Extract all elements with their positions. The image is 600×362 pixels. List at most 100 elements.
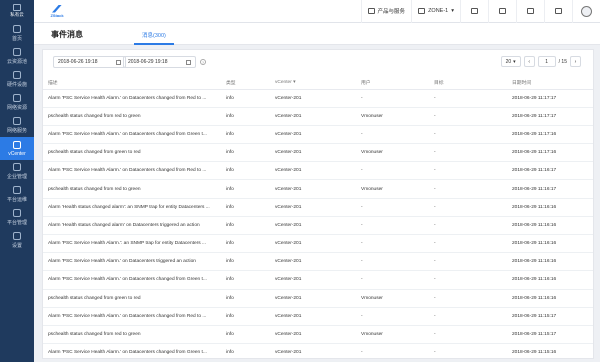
export-icon <box>555 8 562 14</box>
cell-vcenter: vCenter-201 <box>270 179 356 199</box>
column-header-type[interactable]: 类型 <box>221 76 270 90</box>
zone-label: ZONE-1 <box>428 8 449 14</box>
table-row[interactable]: Alarm 'Health status changed alarm' on D… <box>43 216 593 236</box>
events-table: 描述 类型 vCenter ▾ 用户 目标 日期时间 Alarm 'PSC Se… <box>43 76 593 362</box>
table-row[interactable]: Alarm 'PSC Service Health Alarm.' on Dat… <box>43 307 593 326</box>
tab-messages[interactable]: 消息(300) <box>142 31 166 39</box>
sidebar-item-4[interactable]: 网络服务 <box>0 114 34 137</box>
sidebar-item-label: 平台管理 <box>6 220 27 226</box>
avatar <box>581 5 592 17</box>
sidebar-item-label: 网络资源 <box>6 105 27 111</box>
cell-user: - <box>356 307 429 326</box>
cell-description: pschealth status changed from green to r… <box>43 289 221 308</box>
cell-target: - <box>429 216 507 236</box>
end-date-picker[interactable]: 2018-06-29 19:18 <box>123 56 196 68</box>
table-row[interactable]: pschealth status changed from green to r… <box>43 289 593 308</box>
cell-type: info <box>221 252 270 272</box>
sidebar: 私有云 首页云资源池 硬件设施网络资源网络服务 vCenter 企业管理平台运维平台管… <box>0 0 34 362</box>
cell-datetime: 2018-06-29 11:17:16 <box>507 143 593 163</box>
cell-user: - <box>356 252 429 272</box>
cell-type: info <box>221 143 270 163</box>
cell-user: Vmonuser <box>356 289 429 308</box>
monitor-button[interactable] <box>460 0 488 23</box>
events-panel: 2018-06-26 19:18 2018-06-29 19:18 ? 20 ▾… <box>42 49 594 362</box>
table-row[interactable]: Alarm 'PSC Service Health Alarm.': an SN… <box>43 234 593 254</box>
column-header-description[interactable]: 描述 <box>43 76 221 90</box>
calendar-icon <box>186 60 191 65</box>
zstack-logo[interactable]: ZStack <box>46 3 68 19</box>
tab-active-indicator <box>134 43 174 45</box>
sidebar-item-9[interactable]: 设置 <box>0 229 34 252</box>
column-header-vcenter[interactable]: vCenter ▾ <box>270 76 356 90</box>
cell-user: - <box>356 270 429 290</box>
cell-description: Alarm 'PSC Service Health Alarm.' on Dat… <box>43 343 221 362</box>
cell-target: - <box>429 198 507 217</box>
cell-type: info <box>221 270 270 290</box>
table-row[interactable]: Alarm 'PSC Service Health Alarm.' on Dat… <box>43 161 593 181</box>
table-row[interactable]: pschealth status changed from red to gre… <box>43 107 593 126</box>
user-menu[interactable] <box>572 0 600 23</box>
table-row[interactable]: Alarm 'PSC Service Health Alarm.' on Dat… <box>43 343 593 362</box>
calendar-icon <box>116 60 121 65</box>
table-row[interactable]: Alarm 'PSC Service Health Alarm.' on Dat… <box>43 125 593 145</box>
page-header: 事件消息 消息(300) <box>34 23 600 45</box>
cell-user: Vmonuser <box>356 179 429 199</box>
monitor-icon <box>471 8 478 14</box>
cell-user: - <box>356 234 429 254</box>
sidebar-item-6[interactable]: 企业管理 <box>0 160 34 183</box>
sidebar-brand[interactable]: 私有云 <box>0 0 34 22</box>
cell-type: info <box>221 234 270 254</box>
table-row[interactable]: Alarm 'Health status changed alarm': an … <box>43 198 593 217</box>
table-row[interactable]: Alarm 'PSC Service Health Alarm.' on Dat… <box>43 252 593 272</box>
cell-vcenter: vCenter-201 <box>270 234 356 254</box>
top-bar: ZStack 产品与服务 ZONE-1 ▾ <box>34 0 600 23</box>
sidebar-brand-label: 私有云 <box>10 12 24 17</box>
cell-target: - <box>429 234 507 254</box>
cell-datetime: 2018-06-29 11:16:16 <box>507 234 593 254</box>
sidebar-item-label: 首页 <box>11 36 22 42</box>
sidebar-item-7[interactable]: 平台运维 <box>0 183 34 206</box>
sidebar-item-1[interactable]: 云资源池 <box>0 45 34 68</box>
settings-icon <box>13 232 21 240</box>
next-page-button[interactable]: › <box>570 56 581 67</box>
table-row[interactable]: pschealth status changed from red to gre… <box>43 325 593 345</box>
table-row[interactable]: Alarm 'PSC Service Health Alarm.' on Dat… <box>43 270 593 290</box>
cell-description: Alarm 'PSC Service Health Alarm.' on Dat… <box>43 307 221 326</box>
cell-description: pschealth status changed from red to gre… <box>43 179 221 199</box>
cell-target: - <box>429 270 507 290</box>
table-row[interactable]: pschealth status changed from green to r… <box>43 143 593 163</box>
export-button[interactable] <box>544 0 572 23</box>
cell-target: - <box>429 343 507 362</box>
products-menu[interactable]: 产品与服务 <box>360 0 412 23</box>
column-header-target[interactable]: 目标 <box>429 76 507 90</box>
zone-icon <box>418 8 426 14</box>
cell-description: Alarm 'PSC Service Health Alarm.' on Dat… <box>43 161 221 181</box>
cell-vcenter: vCenter-201 <box>270 252 356 272</box>
sidebar-item-0[interactable]: 首页 <box>0 22 34 45</box>
cell-user: - <box>356 216 429 236</box>
page-input[interactable]: 1 <box>537 56 556 67</box>
cell-target: - <box>429 252 507 272</box>
mail-button[interactable] <box>488 0 516 23</box>
prev-page-button[interactable]: ‹ <box>523 56 535 67</box>
mail-icon <box>499 8 506 14</box>
help-icon[interactable]: ? <box>200 59 206 65</box>
sidebar-item-2[interactable]: 硬件设施 <box>0 68 34 91</box>
table-row[interactable]: Alarm 'PSC Service Health Alarm.' on Dat… <box>43 89 593 108</box>
notification-button[interactable] <box>516 0 544 23</box>
sidebar-item-3[interactable]: 网络资源 <box>0 91 34 114</box>
cell-target: - <box>429 325 507 345</box>
chevron-left-icon: ‹ <box>528 58 530 65</box>
start-date-picker[interactable]: 2018-06-26 19:18 <box>53 56 126 68</box>
cell-description: Alarm 'PSC Service Health Alarm.' on Dat… <box>43 89 221 108</box>
column-header-user[interactable]: 用户 <box>356 76 429 90</box>
sidebar-item-label: 平台运维 <box>6 197 27 203</box>
table-row[interactable]: pschealth status changed from red to gre… <box>43 179 593 199</box>
cell-description: Alarm 'PSC Service Health Alarm.': an SN… <box>43 234 221 254</box>
zone-selector[interactable]: ZONE-1 ▾ <box>411 0 460 23</box>
cell-description: Alarm 'Health status changed alarm': an … <box>43 198 221 217</box>
sidebar-item-8[interactable]: 平台管理 <box>0 206 34 229</box>
column-header-datetime[interactable]: 日期时间 <box>507 76 593 90</box>
page-size-select[interactable]: 20 ▾ <box>500 56 521 67</box>
sidebar-item-5[interactable]: vCenter <box>0 137 34 160</box>
